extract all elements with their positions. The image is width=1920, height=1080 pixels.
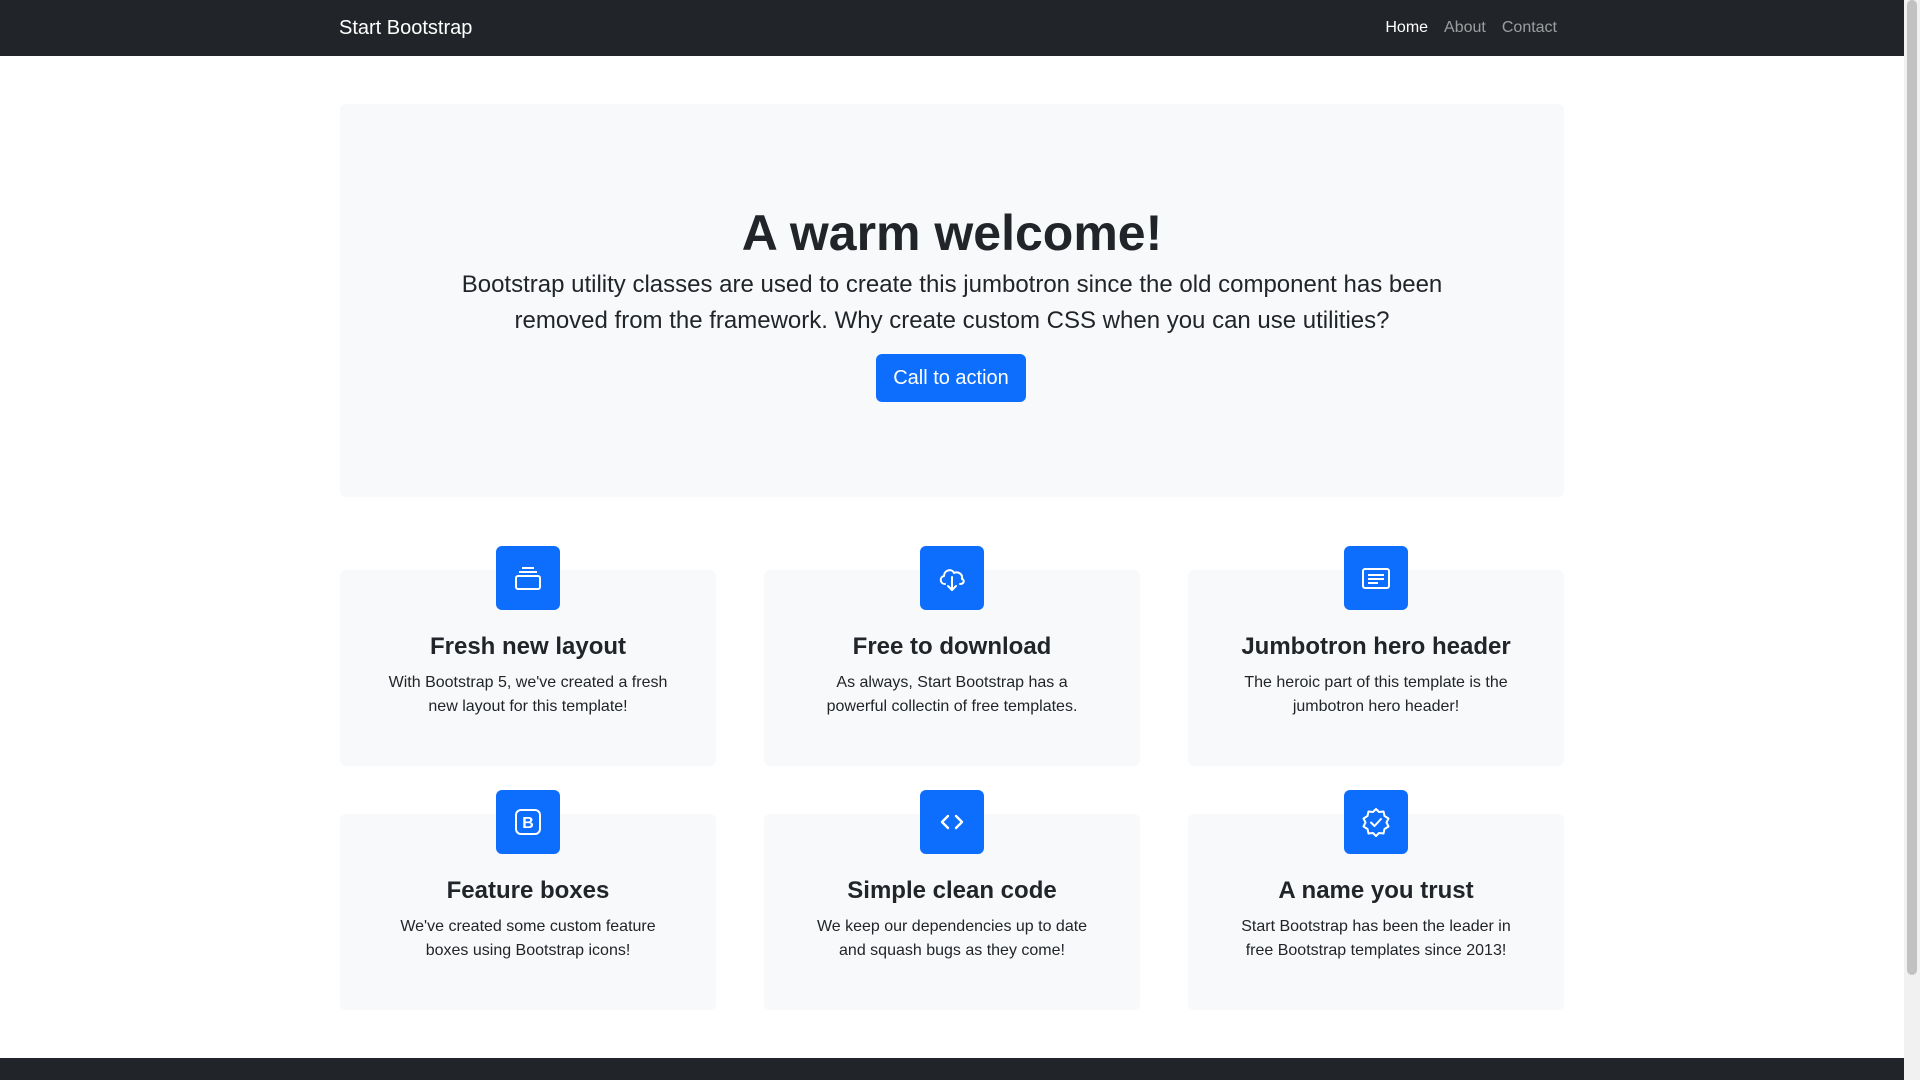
feature-card-feature-boxes: B Feature boxes We've created some custo… (340, 790, 716, 1010)
feature-title: Simple clean code (847, 877, 1057, 904)
feature-card-clean-code: Simple clean code We keep our dependenci… (764, 790, 1140, 1010)
feature-title: Jumbotron hero header (1241, 633, 1511, 660)
scrollbar-thumb[interactable] (1907, 0, 1917, 975)
hero-title: A warm welcome! (741, 205, 1163, 261)
nav-link-contact[interactable]: Contact (1502, 17, 1557, 39)
feature-card-jumbotron: Jumbotron hero header The heroic part of… (1188, 546, 1564, 766)
feature-card-trust: A name you trust Start Bootstrap has bee… (1188, 790, 1564, 1010)
code-icon (920, 790, 984, 854)
collection-icon (496, 546, 560, 610)
nav-link-about[interactable]: About (1444, 17, 1486, 39)
feature-card-fresh-layout: Fresh new layout With Bootstrap 5, we've… (340, 546, 716, 766)
feature-title: Feature boxes (446, 877, 610, 904)
patch-check-icon (1344, 790, 1408, 854)
feature-text: As always, Start Bootstrap has a powerfu… (826, 674, 1078, 715)
vertical-scrollbar[interactable] (1904, 0, 1920, 1080)
feature-card-free-download: Free to download As always, Start Bootst… (764, 546, 1140, 766)
navbar-links: Home About Contact (1385, 17, 1557, 39)
card-heading-icon (1344, 546, 1408, 610)
feature-text: We've created some custom feature boxes … (400, 918, 656, 959)
hero-jumbotron: A warm welcome! Bootstrap utility classe… (340, 104, 1564, 497)
feature-text: We keep our dependencies up to date and … (816, 918, 1088, 959)
navbar-brand[interactable]: Start Bootstrap (339, 16, 472, 40)
feature-text: Start Bootstrap has been the leader in f… (1241, 918, 1511, 959)
feature-text: The heroic part of this template is the … (1244, 674, 1508, 715)
cloud-download-icon (920, 546, 984, 610)
feature-title: Free to download (852, 633, 1052, 660)
feature-title: A name you trust (1278, 877, 1474, 904)
hero-lead: Bootstrap utility classes are used to cr… (461, 271, 1443, 334)
nav-link-home[interactable]: Home (1385, 17, 1428, 39)
feature-title: Fresh new layout (429, 633, 627, 660)
page: Start Bootstrap Home About Contact A war… (0, 0, 1904, 1080)
footer (0, 1058, 1904, 1080)
bootstrap-icon: B (496, 790, 560, 854)
feature-text: With Bootstrap 5, we've created a fresh … (388, 674, 668, 715)
call-to-action-button[interactable]: Call to action (876, 354, 1026, 402)
navbar: Start Bootstrap Home About Contact (0, 0, 1904, 56)
svg-text:B: B (522, 815, 534, 832)
